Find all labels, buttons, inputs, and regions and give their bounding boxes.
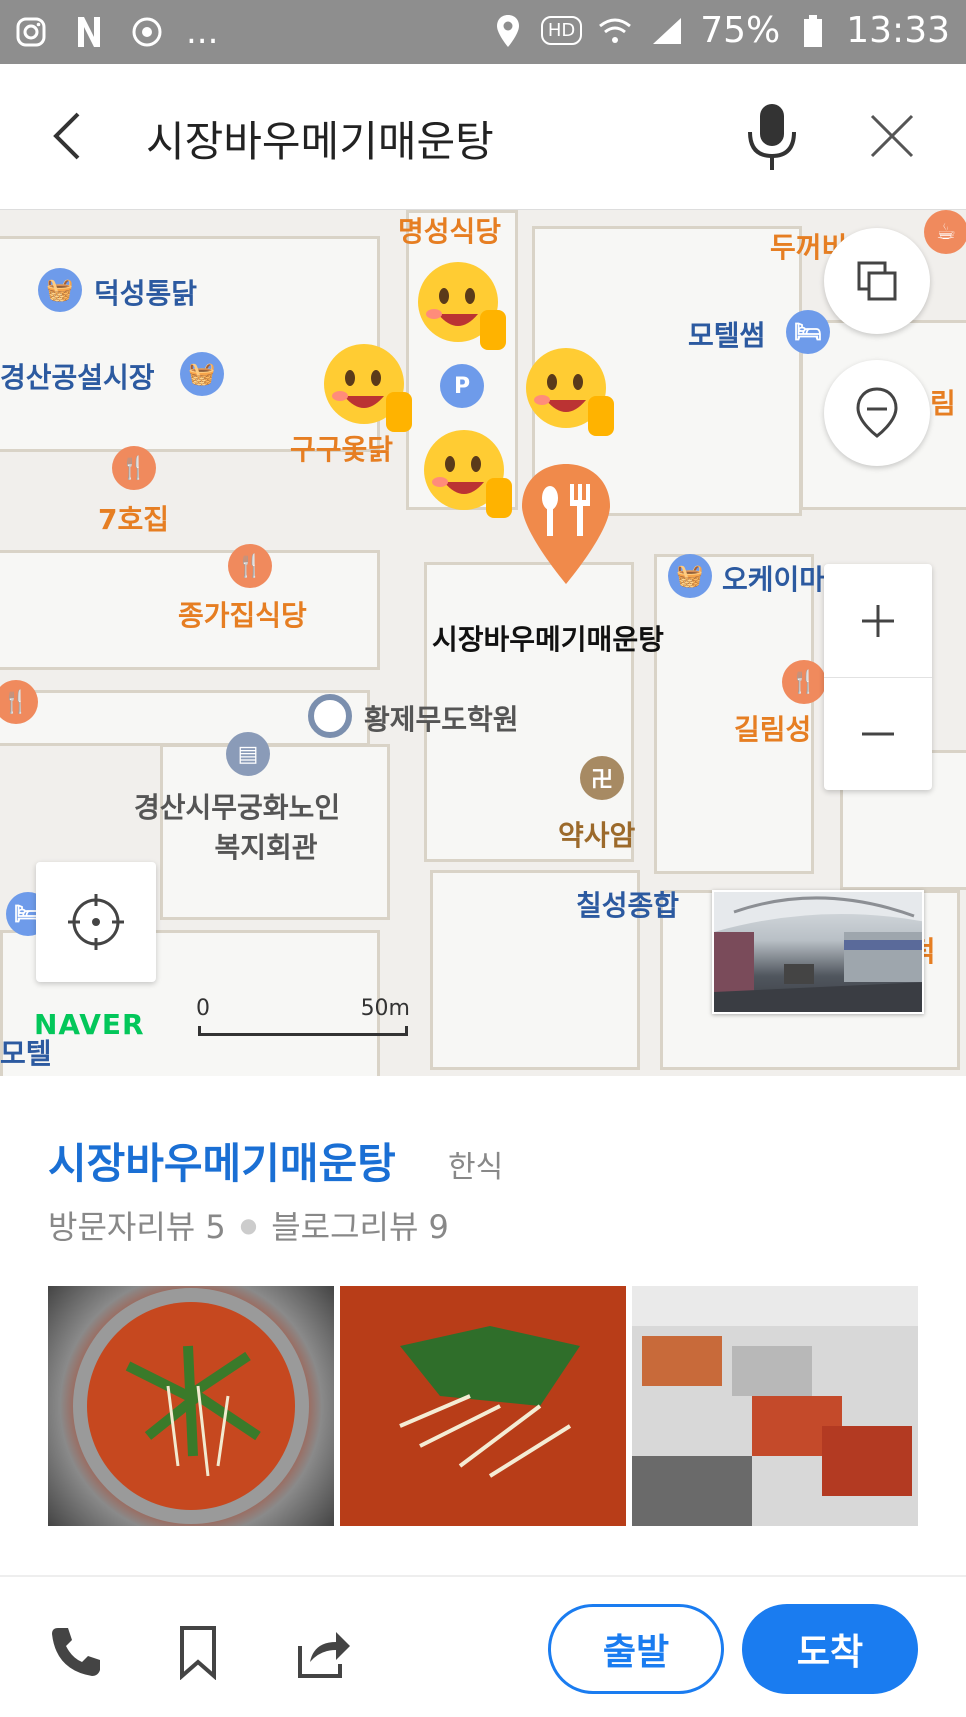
- side-dishes-photo: [632, 1286, 918, 1526]
- save-button[interactable]: [170, 1624, 226, 1681]
- microphone-icon: [748, 104, 796, 170]
- crosshair-icon: [68, 894, 124, 950]
- place-category: 한식: [448, 1150, 504, 1185]
- voice-search-button[interactable]: [740, 100, 804, 174]
- visitor-reviews-link[interactable]: 방문자리뷰 5: [48, 1202, 226, 1248]
- search-header: 시장바우메기매운탕: [0, 64, 966, 210]
- plus-icon: [862, 604, 894, 637]
- netflix-icon: [70, 12, 108, 52]
- selected-place-label[interactable]: 시장바우메기매운탕: [432, 618, 664, 658]
- instagram-icon: [12, 12, 50, 52]
- senior-center-line1: 경산시무궁화노인: [134, 791, 341, 824]
- street-view-thumbnail[interactable]: [712, 890, 924, 1014]
- hotel-icon: 🛏: [786, 310, 830, 354]
- clock: 13:33: [846, 10, 950, 51]
- zoom-out-button[interactable]: [824, 677, 932, 790]
- poi-label-okay[interactable]: 오케이마: [722, 558, 825, 598]
- zoom-controls: [824, 564, 932, 790]
- senior-center-line2: 복지회관: [214, 831, 318, 864]
- battery-percent: 75%: [700, 10, 781, 51]
- location-icon: [489, 11, 527, 51]
- close-icon: [870, 114, 914, 158]
- map-pin-icon: [856, 387, 898, 438]
- stew-closeup-photo: [340, 1286, 626, 1526]
- status-bar: ... HD 75% 13:33: [0, 0, 966, 64]
- review-summary: 방문자리뷰 5 ● 블로그리뷰 9: [48, 1202, 449, 1248]
- parking-icon: P: [440, 364, 484, 408]
- map-layers-button[interactable]: [824, 228, 930, 334]
- minus-icon: [862, 732, 894, 736]
- poi-label-hwangje[interactable]: 황제무도학원: [364, 698, 519, 738]
- place-detail-sheet: 시장바우메기매운탕 한식 방문자리뷰 5 ● 블로그리뷰 9 출발 도착: [0, 1076, 966, 1717]
- shopping-icon: 🧺: [38, 268, 82, 312]
- share-button[interactable]: [296, 1624, 352, 1680]
- call-button[interactable]: [48, 1624, 104, 1680]
- thumbs-up-emoji-sticker: [526, 348, 614, 436]
- thumbs-up-emoji-sticker: [324, 344, 412, 432]
- signal-icon: [648, 11, 686, 51]
- restaurant-icon: 🍴: [228, 544, 272, 588]
- poi-label-chilseong[interactable]: 칠성종합: [576, 884, 679, 924]
- poi-label-myeongseong[interactable]: 명성식당: [398, 210, 501, 250]
- thumbs-up-emoji-sticker: [424, 430, 512, 518]
- map-view[interactable]: 명성식당 🧺 덕성통닭 경산공설시장 🧺 P 구구옻닭 🍴 7호집 🍴 종가집식…: [0, 210, 966, 1076]
- wifi-icon: [596, 11, 634, 51]
- battery-icon: [794, 11, 832, 51]
- search-input[interactable]: 시장바우메기매운탕: [146, 108, 494, 169]
- street-view-image: [714, 892, 922, 1012]
- place-photo[interactable]: [48, 1286, 334, 1526]
- building-icon: ▤: [226, 732, 270, 776]
- poi-label-yaksaam[interactable]: 약사암: [558, 814, 635, 854]
- place-photo[interactable]: [340, 1286, 626, 1526]
- depart-button[interactable]: 출발: [548, 1604, 724, 1694]
- map-scale: 0 50m: [196, 996, 410, 1042]
- poi-label-jongga[interactable]: 종가집식당: [178, 594, 307, 634]
- shopping-icon: 🧺: [668, 554, 712, 598]
- photo-strip: [48, 1286, 918, 1526]
- poi-label-hojip[interactable]: 7호집: [98, 498, 169, 538]
- temple-icon: 卍: [580, 756, 624, 800]
- poi-label-gyeongsan-market[interactable]: 경산공설시장: [0, 356, 155, 396]
- hd-badge: HD: [540, 16, 583, 45]
- poi-label-deokseong[interactable]: 덕성통닭: [94, 272, 197, 312]
- selected-place-pin[interactable]: [516, 460, 616, 590]
- thumbs-up-emoji-sticker: [418, 262, 506, 350]
- academy-icon: [308, 694, 352, 738]
- poi-label-motel-sseom[interactable]: 모텔썸: [688, 314, 765, 354]
- current-location-button[interactable]: [36, 862, 156, 982]
- more-notifications: ...: [186, 12, 219, 52]
- place-name[interactable]: 시장바우메기매운탕: [48, 1130, 396, 1191]
- clear-search-button[interactable]: [866, 110, 918, 162]
- scale-bar: [198, 1026, 408, 1036]
- scale-start: 0: [196, 996, 210, 1021]
- bookmark-icon: [180, 1626, 216, 1681]
- shopping-icon: 🧺: [180, 352, 224, 396]
- zoom-in-button[interactable]: [824, 564, 932, 677]
- sync-icon: [128, 12, 166, 52]
- layers-icon: [857, 261, 897, 301]
- separator-dot: ●: [239, 1213, 258, 1237]
- blog-reviews-link[interactable]: 블로그리뷰 9: [271, 1202, 449, 1248]
- back-button[interactable]: [40, 106, 100, 166]
- phone-icon: [52, 1628, 100, 1676]
- share-icon: [298, 1632, 350, 1678]
- poi-label-gilrim[interactable]: 길림성: [734, 708, 811, 748]
- restaurant-icon: 🍴: [782, 660, 826, 704]
- restaurant-icon: 🍴: [112, 446, 156, 490]
- cafe-icon: ☕: [924, 210, 966, 254]
- place-photo[interactable]: [632, 1286, 918, 1526]
- action-bar: 출발 도착: [0, 1576, 966, 1717]
- poi-label-rim[interactable]: 림: [930, 382, 956, 422]
- map-marker-button[interactable]: [824, 360, 930, 466]
- stew-photo: [73, 1288, 309, 1524]
- scale-end: 50m: [360, 996, 410, 1021]
- arrive-button[interactable]: 도착: [742, 1604, 918, 1694]
- naver-logo: NAVER: [34, 1008, 145, 1041]
- poi-label-senior-center[interactable]: 경산시무궁화노인 복지회관: [134, 786, 340, 866]
